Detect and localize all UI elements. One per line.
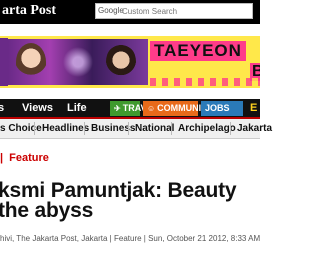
banner-decoration bbox=[58, 47, 98, 77]
banner-name-box: TAEYEON BAEK bbox=[150, 41, 260, 81]
main-nav: s Views Life ✈ TRAVEL ☺ COMMUNITY JOBS E bbox=[0, 99, 260, 119]
subnav-divider bbox=[128, 122, 129, 135]
subnav-divider bbox=[230, 122, 231, 135]
nav-item-trailing[interactable]: E bbox=[250, 102, 257, 114]
top-bar: arta Post Google bbox=[0, 0, 260, 24]
banner-person-left bbox=[16, 43, 46, 81]
search-box[interactable]: Google bbox=[95, 3, 253, 19]
subnav-divider bbox=[34, 122, 35, 135]
subnav-item-editors-choice[interactable]: s Choice bbox=[0, 123, 42, 134]
nav-item-news[interactable]: s bbox=[0, 102, 4, 114]
article-title-line-1: ksmi Pamuntjak: Beauty bbox=[0, 179, 237, 202]
breadcrumb: | Feature bbox=[0, 152, 49, 164]
subnav-divider bbox=[84, 122, 85, 135]
subnav-item-headlines[interactable]: Headlines bbox=[42, 123, 89, 134]
subnav-item-national[interactable]: National bbox=[135, 123, 174, 134]
breadcrumb-separator: | bbox=[0, 152, 4, 164]
banner-ad[interactable]: TAEYEON BAEK bbox=[0, 36, 260, 88]
banner-stripe bbox=[0, 38, 8, 86]
subnav-item-jakarta[interactable]: Jakarta bbox=[237, 123, 272, 134]
nav-item-life[interactable]: Life bbox=[67, 102, 87, 114]
travel-button[interactable]: ✈ TRAVEL bbox=[110, 101, 158, 116]
subnav-divider bbox=[171, 122, 172, 135]
jobs-label: JOBS bbox=[205, 103, 230, 113]
banner-photo-strip bbox=[8, 39, 148, 85]
banner-stripes bbox=[150, 78, 260, 86]
breadcrumb-section[interactable]: Feature bbox=[9, 152, 49, 164]
community-button[interactable]: ☺ COMMUNITY bbox=[143, 101, 213, 116]
article-byline: hivi, The Jakarta Post, Jakarta | Featur… bbox=[0, 234, 261, 243]
google-label: Google bbox=[98, 6, 124, 15]
site-logo[interactable]: arta Post bbox=[2, 3, 56, 19]
banner-person-right bbox=[106, 43, 136, 81]
plane-icon: ✈ bbox=[114, 104, 121, 113]
subnav-item-archipelago[interactable]: Archipelago bbox=[178, 123, 236, 134]
article-title: ksmi Pamuntjak: Beauty the abyss bbox=[0, 179, 260, 222]
sub-nav: s Choice Headlines Business National Arc… bbox=[0, 119, 272, 139]
people-icon: ☺ bbox=[147, 104, 156, 113]
article-title-line-2: the abyss bbox=[0, 199, 94, 222]
nav-item-views[interactable]: Views bbox=[22, 102, 53, 114]
search-input[interactable] bbox=[122, 5, 250, 17]
jobs-button[interactable]: JOBS bbox=[201, 101, 243, 116]
banner-name-primary: TAEYEON bbox=[150, 41, 246, 61]
